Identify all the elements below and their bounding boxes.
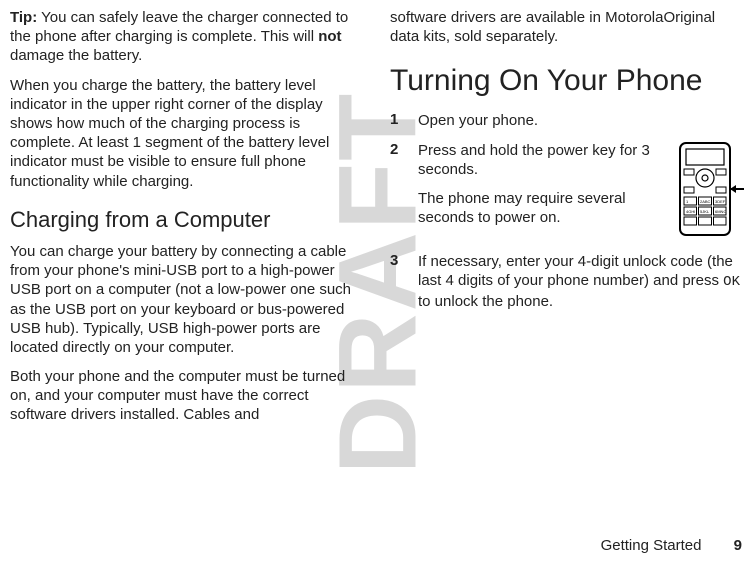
tip-label: Tip:: [10, 9, 37, 26]
footer-section: Getting Started: [601, 537, 702, 554]
tip-paragraph: Tip: You can safely leave the charger co…: [10, 8, 366, 66]
tip-text1: You can safely leave the charger connect…: [10, 9, 348, 45]
drivers-paragraph: Both your phone and the computer must be…: [10, 367, 366, 425]
footer-page-number: 9: [734, 537, 742, 554]
step-1-text: Open your phone.: [418, 111, 746, 130]
tip-text2: damage the battery.: [10, 47, 142, 64]
step-2-subtext: The phone may require several seconds to…: [418, 189, 652, 227]
step-1: 1 Open your phone.: [390, 111, 746, 130]
step-2: 2 Press and hold the power key for 3 sec…: [390, 141, 746, 242]
step-2-body: Press and hold the power key for 3 secon…: [418, 141, 652, 228]
ok-key-label: OK: [723, 274, 740, 290]
step-1-number: 1: [390, 111, 404, 130]
usb-charging-paragraph: You can charge your battery by connectin…: [10, 242, 366, 357]
page-columns: Tip: You can safely leave the charger co…: [10, 8, 746, 518]
step-3-body: If necessary, enter your 4-digit unlock …: [418, 252, 746, 311]
svg-text:6MNO: 6MNO: [715, 209, 727, 214]
charging-indicator-paragraph: When you charge the battery, the battery…: [10, 76, 366, 191]
svg-text:2ABC: 2ABC: [700, 199, 711, 204]
column-right: software drivers are available in Motoro…: [390, 8, 746, 518]
svg-text:4GHI: 4GHI: [686, 209, 695, 214]
step-3-text-a: If necessary, enter your 4-digit unlock …: [418, 253, 733, 289]
step-3: 3 If necessary, enter your 4-digit unloc…: [390, 252, 746, 311]
step-2-number: 2: [390, 141, 404, 158]
step-3-number: 3: [390, 252, 404, 311]
step-3-text-b: to unlock the phone.: [418, 293, 553, 310]
phone-illustration: 1 2ABC 3DEF 4GHI 5JKL 6MNO: [674, 141, 746, 242]
heading-charging-from-computer: Charging from a Computer: [10, 207, 366, 232]
tip-not: not: [318, 28, 341, 45]
page-footer: Getting Started 9: [601, 537, 742, 554]
step-2-text: Press and hold the power key for 3 secon…: [418, 141, 652, 179]
heading-turning-on-phone: Turning On Your Phone: [390, 64, 746, 97]
svg-text:3DEF: 3DEF: [715, 199, 726, 204]
svg-text:5JKL: 5JKL: [700, 209, 710, 214]
column-left: Tip: You can safely leave the charger co…: [10, 8, 366, 518]
drivers-continuation-paragraph: software drivers are available in Motoro…: [390, 8, 746, 46]
phone-icon: 1 2ABC 3DEF 4GHI 5JKL 6MNO: [674, 141, 746, 237]
